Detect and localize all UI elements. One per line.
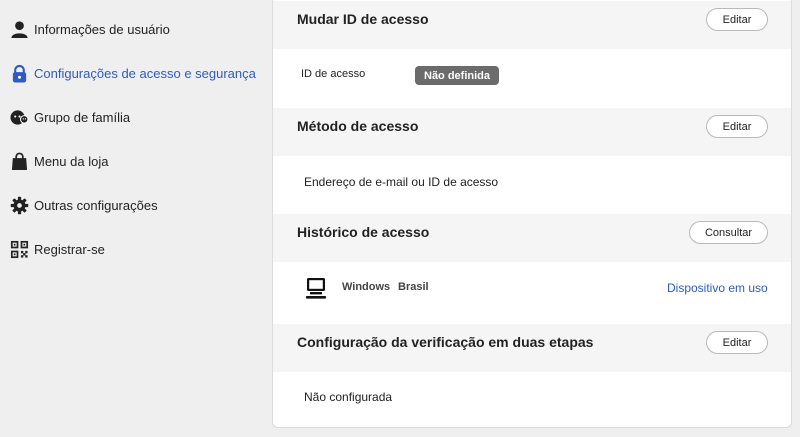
sidebar-item-family-group[interactable]: Grupo de família: [0, 97, 272, 137]
sidebar: Informações de usuário Configurações de …: [0, 0, 272, 437]
gear-icon: [9, 195, 29, 215]
qr-code-icon: [9, 239, 29, 259]
sidebar-item-user-info[interactable]: Informações de usuário: [0, 9, 272, 49]
sidebar-item-register[interactable]: Registrar-se: [0, 229, 272, 269]
sidebar-item-other-settings[interactable]: Outras configurações: [0, 185, 272, 225]
family-icon: [9, 107, 29, 127]
status-badge: Não definida: [415, 66, 500, 85]
edit-access-method-button[interactable]: Editar: [706, 115, 768, 138]
access-method-value: Endereço de e-mail ou ID de acesso: [304, 175, 499, 189]
section-title: Mudar ID de acesso: [297, 11, 429, 27]
section-title: Histórico de acesso: [297, 224, 430, 240]
sidebar-item-label: Outras configurações: [34, 197, 158, 213]
section-header-access-history: Histórico de acesso Consultar: [273, 214, 791, 262]
device-os: Windows: [342, 281, 391, 293]
section-header-two-step: Configuração da verificação em duas etap…: [273, 324, 791, 372]
edit-two-step-button[interactable]: Editar: [706, 331, 768, 354]
section-title: Configuração da verificação em duas etap…: [297, 334, 594, 350]
device-country: Brasil: [398, 281, 429, 293]
sidebar-item-label: Informações de usuário: [34, 21, 170, 37]
section-header-access-id: Mudar ID de acesso Editar: [273, 1, 791, 49]
sidebar-item-label: Menu da loja: [34, 153, 109, 169]
lock-icon: [9, 63, 29, 83]
user-icon: [9, 19, 29, 39]
two-step-value: Não configurada: [304, 390, 393, 404]
access-id-label: ID de acesso: [301, 68, 366, 80]
sidebar-item-label: Grupo de família: [34, 109, 131, 125]
shopping-bag-icon: [9, 151, 29, 171]
sidebar-item-label: Configurações de acesso e segurança: [34, 65, 256, 81]
view-access-history-button[interactable]: Consultar: [689, 221, 768, 244]
laptop-icon: [303, 275, 329, 301]
section-title: Método de acesso: [297, 118, 419, 134]
device-in-use-link[interactable]: Dispositivo em uso: [667, 281, 768, 295]
edit-access-id-button[interactable]: Editar: [706, 8, 768, 31]
section-header-access-method: Método de acesso Editar: [273, 108, 791, 156]
sidebar-item-store-menu[interactable]: Menu da loja: [0, 141, 272, 181]
sidebar-item-access-security[interactable]: Configurações de acesso e segurança: [0, 53, 272, 93]
settings-panel: Mudar ID de acesso Editar ID de acesso N…: [272, 0, 792, 428]
sidebar-item-label: Registrar-se: [34, 241, 105, 257]
